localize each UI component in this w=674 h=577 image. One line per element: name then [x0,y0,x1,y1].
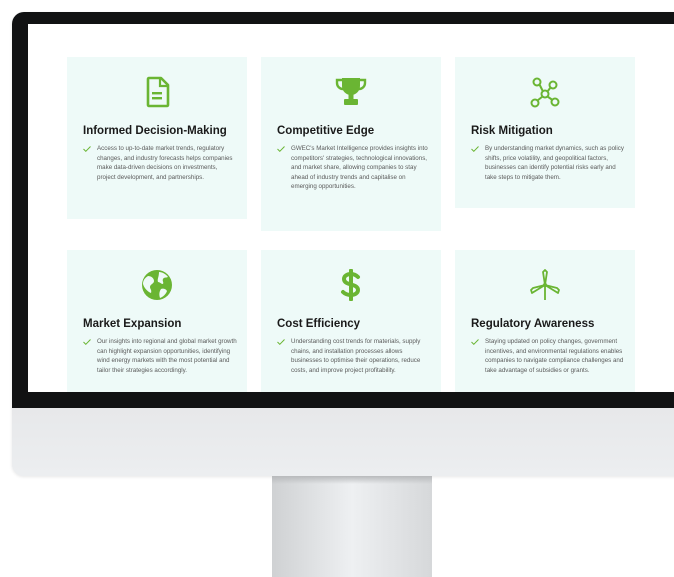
card-competitive-edge: Competitive Edge GWEC's Market Intellige… [261,57,441,231]
card-risk-mitigation: Risk Mitigation By understanding market … [455,57,635,208]
card-market-expansion: Market Expansion Our insights into regio… [67,250,247,392]
card-title: Regulatory Awareness [471,318,595,330]
card-text: Access to up-to-date market trends, regu… [97,145,233,181]
check-icon [83,146,91,152]
card-text: Our insights into regional and global ma… [97,338,237,374]
card-text: By understanding market dynamics, such a… [485,145,624,181]
wind-turbine-icon [530,269,560,300]
card-title: Market Expansion [83,318,182,330]
card-text: Understanding cost trends for materials,… [291,338,421,374]
card-title: Informed Decision-Making [83,125,227,137]
monitor-stand [272,476,432,577]
check-icon [83,339,91,345]
check-icon [277,339,285,345]
card-informed-decision-making: Informed Decision-Making Access to up-to… [67,57,247,219]
card-text: Staying updated on policy changes, gover… [485,338,624,374]
card-cost-efficiency: Cost Efficiency Understanding cost trend… [261,250,441,392]
check-icon [471,146,479,152]
network-nodes-icon [530,77,560,108]
document-icon [146,76,170,108]
card-title: Competitive Edge [277,125,375,137]
check-icon [471,339,479,345]
check-icon [277,146,285,152]
dollar-icon [341,269,361,301]
card-regulatory-awareness: Regulatory Awareness Staying updated on … [455,250,635,392]
card-title: Cost Efficiency [277,318,361,330]
globe-icon [142,270,172,300]
card-text: GWEC's Market Intelligence provides insi… [291,145,428,191]
card-title: Risk Mitigation [471,125,553,137]
trophy-icon [335,78,367,105]
monitor-chin [12,408,674,476]
screen: Informed Decision-Making Access to up-to… [28,24,674,392]
stand-shadow [272,476,432,484]
